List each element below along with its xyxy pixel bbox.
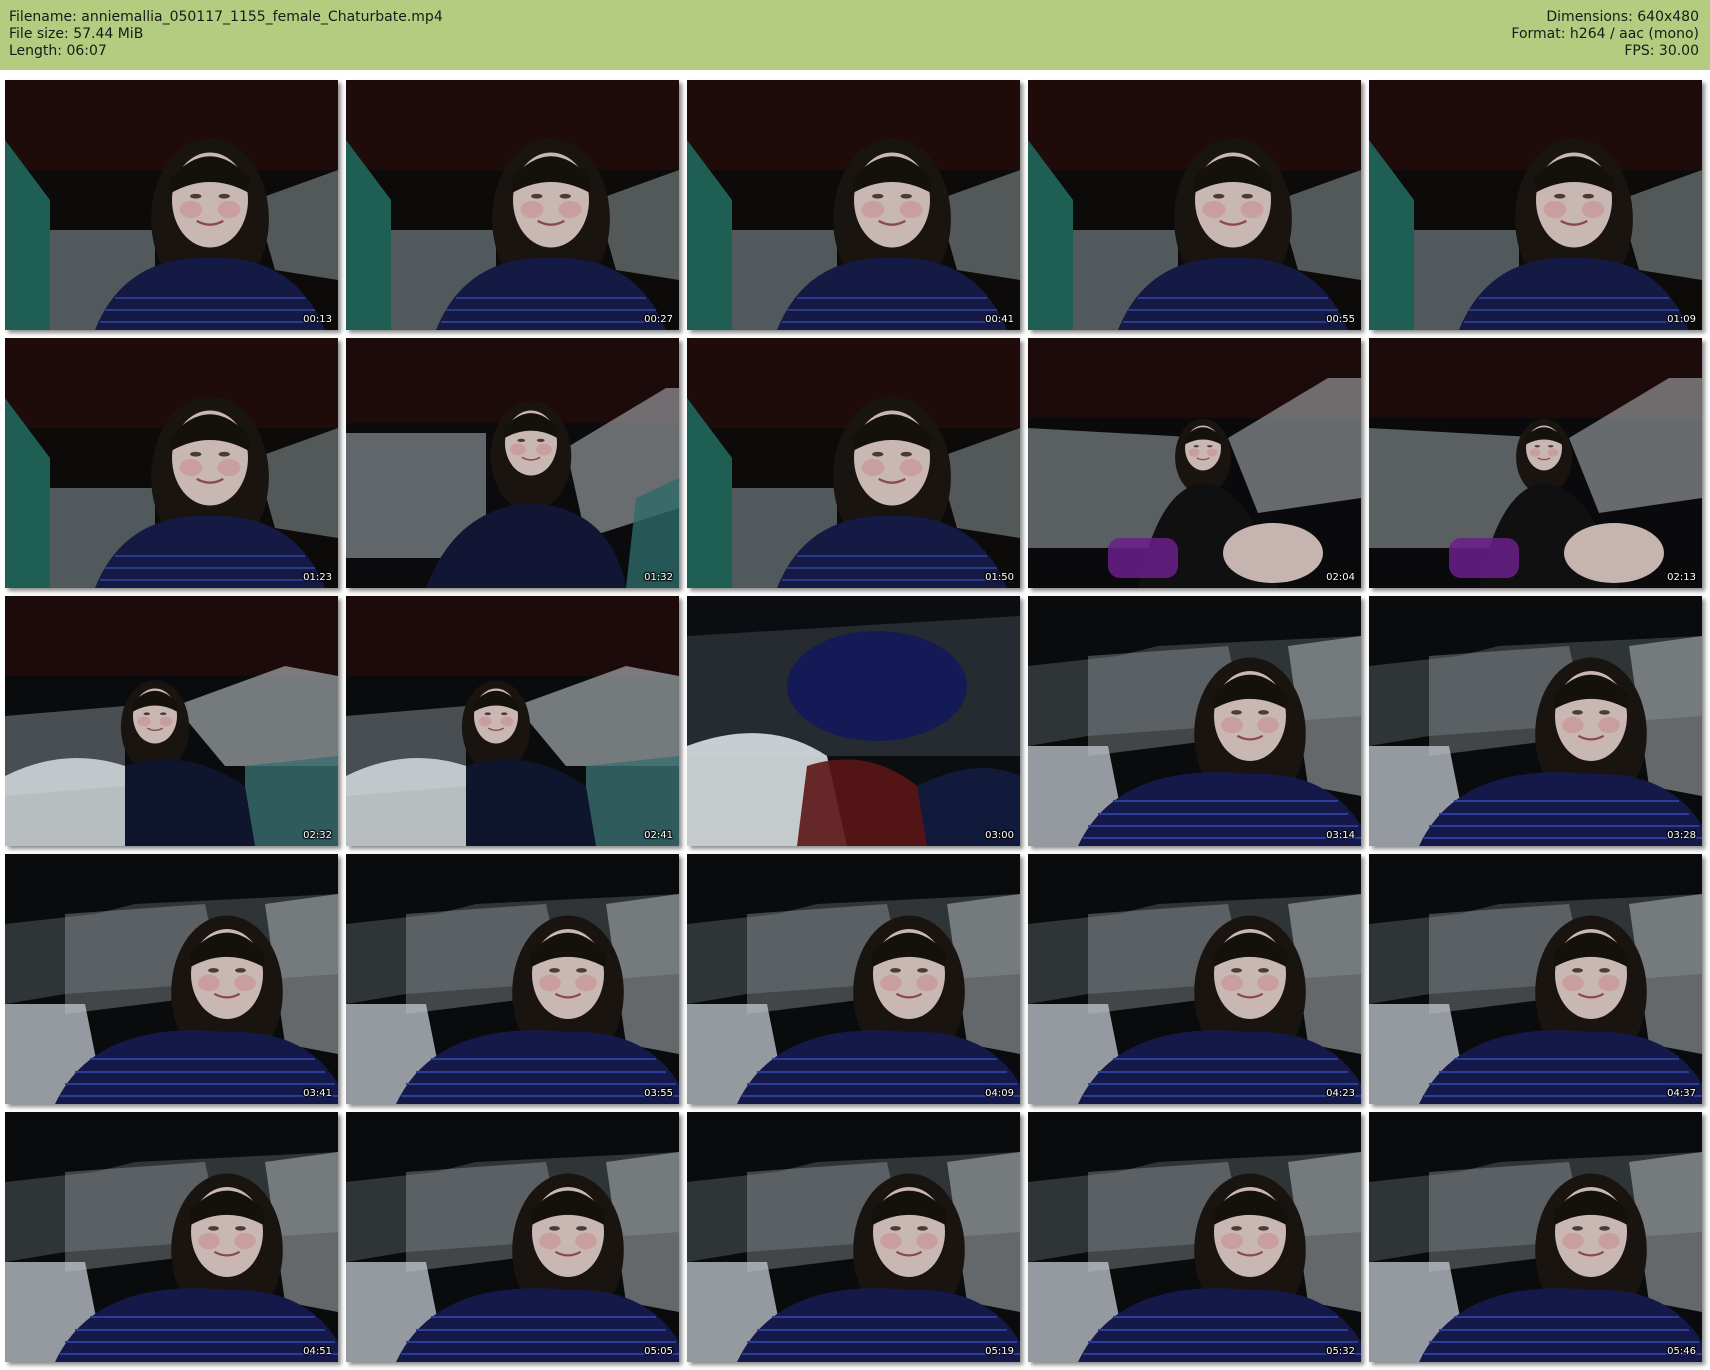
filename-text: Filename: anniemallia_050117_1155_female… — [9, 9, 443, 25]
thumbnail-frame[interactable]: 03:55 — [346, 854, 679, 1104]
thumbnail-image — [1369, 338, 1702, 588]
thumbnail-image — [1028, 80, 1361, 330]
thumbnail-timestamp: 05:46 — [1667, 1346, 1696, 1357]
thumbnail-image — [346, 338, 679, 588]
thumbnail-timestamp: 02:32 — [303, 830, 332, 841]
thumbnail-frame[interactable]: 03:14 — [1028, 596, 1361, 846]
thumbnail-frame[interactable]: 04:09 — [687, 854, 1020, 1104]
thumbnail-timestamp: 02:13 — [1667, 572, 1696, 583]
fps-text: FPS: 30.00 — [1624, 43, 1699, 59]
thumbnail-image — [5, 338, 338, 588]
thumbnail-image — [1369, 596, 1702, 846]
thumbnail-frame[interactable]: 05:19 — [687, 1112, 1020, 1362]
thumbnail-frame[interactable]: 04:51 — [5, 1112, 338, 1362]
thumbnail-frame[interactable]: 00:13 — [5, 80, 338, 330]
thumbnail-timestamp: 04:09 — [985, 1088, 1014, 1099]
thumbnail-timestamp: 05:05 — [644, 1346, 673, 1357]
thumbnail-image — [1369, 1112, 1702, 1362]
thumbnail-frame[interactable]: 05:05 — [346, 1112, 679, 1362]
thumbnail-timestamp: 00:55 — [1326, 314, 1355, 325]
thumbnail-image — [346, 854, 679, 1104]
thumbnail-frame[interactable]: 04:37 — [1369, 854, 1702, 1104]
thumbnail-image — [5, 80, 338, 330]
thumbnail-timestamp: 02:41 — [644, 830, 673, 841]
thumbnail-timestamp: 04:23 — [1326, 1088, 1355, 1099]
thumbnail-timestamp: 03:14 — [1326, 830, 1355, 841]
thumbnail-timestamp: 01:09 — [1667, 314, 1696, 325]
thumbnail-image — [5, 854, 338, 1104]
thumbnail-image — [1028, 338, 1361, 588]
thumbnail-frame[interactable]: 00:55 — [1028, 80, 1361, 330]
thumbnail-frame[interactable]: 03:41 — [5, 854, 338, 1104]
dimensions-text: Dimensions: 640x480 — [1546, 9, 1699, 25]
thumbnail-image — [687, 1112, 1020, 1362]
thumbnail-frame[interactable]: 02:41 — [346, 596, 679, 846]
thumbnail-image — [1369, 854, 1702, 1104]
thumbnail-frame[interactable]: 02:32 — [5, 596, 338, 846]
thumbnail-frame[interactable]: 01:09 — [1369, 80, 1702, 330]
thumbnail-timestamp: 01:50 — [985, 572, 1014, 583]
thumbnail-frame[interactable]: 01:50 — [687, 338, 1020, 588]
thumbnail-image — [1028, 1112, 1361, 1362]
thumbnail-image — [5, 596, 338, 846]
file-info-right: Dimensions: 640x480 Format: h264 / aac (… — [1511, 9, 1699, 60]
thumbnail-frame[interactable]: 05:46 — [1369, 1112, 1702, 1362]
thumbnail-timestamp: 03:41 — [303, 1088, 332, 1099]
thumbnail-frame[interactable]: 02:13 — [1369, 338, 1702, 588]
thumbnail-frame[interactable]: 01:23 — [5, 338, 338, 588]
length-text: Length: 06:07 — [9, 43, 107, 59]
thumbnail-timestamp: 00:13 — [303, 314, 332, 325]
thumbnail-image — [346, 80, 679, 330]
thumbnail-frame[interactable]: 04:23 — [1028, 854, 1361, 1104]
thumbnail-image — [687, 596, 1020, 846]
thumbnail-timestamp: 00:41 — [985, 314, 1014, 325]
thumbnail-image — [687, 80, 1020, 330]
thumbnail-timestamp: 03:00 — [985, 830, 1014, 841]
thumbnail-frame[interactable]: 02:04 — [1028, 338, 1361, 588]
thumbnail-grid: 00:13 00:27 00:41 00:55 01:09 01:23 01:3… — [5, 80, 1705, 1364]
thumbnail-frame[interactable]: 03:28 — [1369, 596, 1702, 846]
thumbnail-image — [346, 596, 679, 846]
thumbnail-timestamp: 03:55 — [644, 1088, 673, 1099]
thumbnail-timestamp: 03:28 — [1667, 830, 1696, 841]
thumbnail-frame[interactable]: 05:32 — [1028, 1112, 1361, 1362]
thumbnail-timestamp: 00:27 — [644, 314, 673, 325]
thumbnail-timestamp: 04:37 — [1667, 1088, 1696, 1099]
thumbnail-frame[interactable]: 03:00 — [687, 596, 1020, 846]
thumbnail-timestamp: 02:04 — [1326, 572, 1355, 583]
thumbnail-timestamp: 01:32 — [644, 572, 673, 583]
thumbnail-image — [1028, 596, 1361, 846]
info-header: Filename: anniemallia_050117_1155_female… — [0, 0, 1710, 70]
thumbnail-image — [346, 1112, 679, 1362]
thumbnail-timestamp: 05:32 — [1326, 1346, 1355, 1357]
thumbnail-image — [1369, 80, 1702, 330]
thumbnail-frame[interactable]: 00:27 — [346, 80, 679, 330]
thumbnail-timestamp: 01:23 — [303, 572, 332, 583]
thumbnail-timestamp: 04:51 — [303, 1346, 332, 1357]
thumbnail-frame[interactable]: 00:41 — [687, 80, 1020, 330]
file-info-left: Filename: anniemallia_050117_1155_female… — [9, 9, 443, 60]
thumbnail-frame[interactable]: 01:32 — [346, 338, 679, 588]
thumbnail-timestamp: 05:19 — [985, 1346, 1014, 1357]
thumbnail-image — [5, 1112, 338, 1362]
filesize-text: File size: 57.44 MiB — [9, 26, 144, 42]
thumbnail-image — [687, 338, 1020, 588]
thumbnail-image — [1028, 854, 1361, 1104]
format-text: Format: h264 / aac (mono) — [1511, 26, 1699, 42]
thumbnail-image — [687, 854, 1020, 1104]
